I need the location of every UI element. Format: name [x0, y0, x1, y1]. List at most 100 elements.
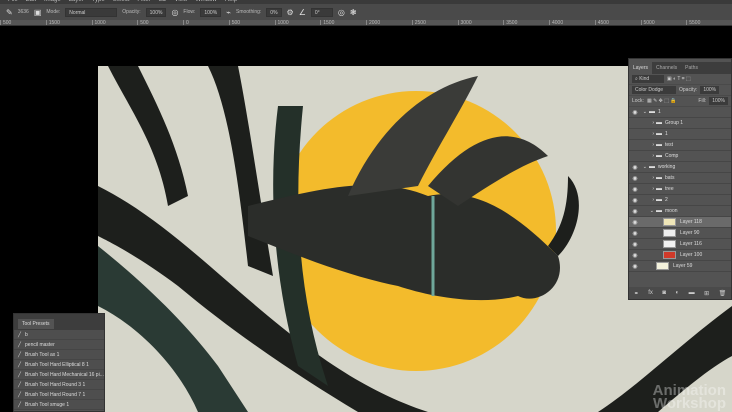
menu-layer[interactable]: Layer [69, 0, 84, 3]
brush-tool-icon[interactable]: ✎ [6, 8, 13, 17]
menu-view[interactable]: View [174, 0, 187, 3]
pressure-size-icon[interactable]: ◎ [338, 8, 345, 17]
angle-icon: ∠ [298, 7, 306, 17]
preset-label: Brush Tool Hard Round 7 1 [25, 391, 86, 398]
expand-chevron-icon[interactable]: ⌄ [641, 109, 647, 115]
menu-window[interactable]: Window [195, 0, 216, 3]
preset-item[interactable]: ╱ Brush Tool Hard Mechanical 16 pi... [14, 370, 104, 380]
visibility-eye-icon[interactable]: ◉ [629, 219, 641, 226]
layer-row[interactable]: › ▬ 1 [629, 129, 731, 140]
layer-row[interactable]: ◉ Layer 116 [629, 239, 731, 250]
layer-row[interactable]: › ▬ test [629, 140, 731, 151]
expand-chevron-icon[interactable]: › [641, 175, 654, 181]
layer-row[interactable]: ◉ Layer 100 [629, 250, 731, 261]
brush-icon: ╱ [18, 361, 22, 368]
visibility-eye-icon[interactable]: ◉ [629, 164, 641, 171]
expand-chevron-icon[interactable]: › [641, 142, 654, 148]
menu-type[interactable]: Type [92, 0, 105, 3]
visibility-eye-icon[interactable]: ◉ [629, 230, 641, 237]
tool-presets-title[interactable]: Tool Presets [18, 319, 54, 329]
angle-field[interactable]: 0° [310, 7, 333, 17]
layer-row[interactable]: ◉ Layer 118 [629, 217, 731, 228]
layer-row[interactable]: ◉ › ▬ tree [629, 184, 731, 195]
layer-row[interactable]: ◉ ⌄ ▬ 1 [629, 107, 731, 118]
preset-item[interactable]: ╱ Brush Tool Hard Elliptical 8 1 [14, 360, 104, 370]
folder-icon: ▬ [649, 109, 655, 115]
tab-layers[interactable]: Layers [629, 62, 653, 74]
layer-name: test [665, 142, 674, 148]
opacity-label: Opacity: [679, 87, 698, 93]
layer-opacity-field[interactable]: 100% [700, 86, 720, 94]
preset-item[interactable]: ╱ pencil master [14, 340, 104, 350]
expand-chevron-icon[interactable]: ⌄ [641, 164, 647, 170]
expand-chevron-icon[interactable]: › [641, 186, 654, 192]
symmetry-icon[interactable]: ❃ [350, 8, 357, 17]
adjustment-icon[interactable]: ◐ [676, 290, 680, 296]
expand-chevron-icon[interactable]: › [641, 120, 654, 126]
filter-kind-select[interactable]: ⌕ Kind [632, 75, 664, 83]
brush-panel-icon[interactable]: ▣ [34, 8, 42, 17]
mask-icon[interactable]: ◙ [662, 290, 666, 296]
lock-icons[interactable]: ▦ ✎ ✥ ⬚ 🔒 [647, 98, 677, 104]
visibility-eye-icon[interactable]: ◉ [629, 252, 641, 259]
mode-select[interactable]: Normal [65, 7, 118, 17]
brush-size[interactable]: 3636 [18, 9, 29, 15]
layer-row[interactable]: ◉ Layer 90 [629, 228, 731, 239]
trash-icon[interactable]: 🗑 [719, 290, 727, 297]
fx-icon[interactable]: fx [648, 290, 653, 296]
smoothing-field[interactable]: 0% [266, 7, 282, 17]
layer-row[interactable]: › ▬ Comp [629, 151, 731, 162]
visibility-eye-icon[interactable]: ◉ [629, 197, 641, 204]
preset-item[interactable]: ╱ b [14, 330, 104, 340]
layer-row[interactable]: ◉ › ▬ 2 [629, 195, 731, 206]
new-group-icon[interactable]: ▬ [689, 290, 695, 296]
layer-name: 2 [665, 197, 668, 203]
expand-chevron-icon[interactable]: ⌄ [641, 208, 654, 214]
menu-image[interactable]: Image [44, 0, 61, 3]
flow-field[interactable]: 100% [200, 7, 222, 17]
airbrush-icon[interactable]: ⌁ [226, 8, 231, 17]
preset-item[interactable]: ╱ Brush Tool Hard Round 7 1 [14, 390, 104, 400]
menu-file[interactable]: File [8, 0, 18, 3]
opacity-field[interactable]: 100% [145, 7, 167, 17]
preset-item[interactable]: ╱ Brush Tool Hard Round 3 1 [14, 380, 104, 390]
layer-row[interactable]: ◉ › ▬ bats [629, 173, 731, 184]
expand-chevron-icon[interactable]: › [641, 197, 654, 203]
layer-row[interactable]: ◉ Layer 59 [629, 261, 731, 272]
lock-label: Lock: [632, 98, 644, 104]
menu-help[interactable]: Help [225, 0, 237, 3]
expand-chevron-icon[interactable]: › [641, 131, 654, 137]
preset-item[interactable]: ╱ Brush Tool smuge 1 [14, 400, 104, 410]
visibility-eye-icon[interactable]: ◉ [629, 208, 641, 215]
visibility-eye-icon[interactable]: ◉ [629, 175, 641, 182]
filter-icons[interactable]: ▣ ◐ T ⌗ ⬚ [667, 76, 691, 82]
brush-icon: ╱ [18, 341, 22, 348]
ruler-tick-label: 500 [137, 20, 183, 26]
menu-filter[interactable]: Filter [137, 0, 150, 3]
tab-channels[interactable]: Channels [652, 62, 681, 74]
visibility-eye-icon[interactable]: ◉ [629, 263, 641, 270]
pressure-opacity-icon[interactable]: ◎ [171, 8, 178, 17]
visibility-eye-icon[interactable]: ◉ [629, 186, 641, 193]
expand-chevron-icon[interactable]: › [641, 153, 654, 159]
visibility-eye-icon[interactable]: ◉ [629, 241, 641, 248]
preset-item[interactable]: ╱ Brush Tool ax 1 [14, 350, 104, 360]
tool-presets-panel: Tool Presets ╱ b ╱ pencil master ╱ Brush Tool… [13, 313, 105, 412]
menu-edit[interactable]: Edit [26, 0, 36, 3]
tab-paths[interactable]: Paths [681, 62, 702, 74]
layer-row[interactable]: ◉ ⌄ ▬ working [629, 162, 731, 173]
menu-select[interactable]: Select [113, 0, 130, 3]
flow-label: Flow: [183, 9, 196, 15]
layer-row[interactable]: ◉ ⌄ ▬ moon [629, 206, 731, 217]
gear-icon[interactable]: ⚙ [287, 8, 294, 17]
new-layer-icon[interactable]: ⊞ [704, 290, 709, 297]
filter-row: ⌕ Kind ▣ ◐ T ⌗ ⬚ [629, 74, 731, 85]
fill-field[interactable]: 100% [709, 97, 728, 105]
layer-row[interactable]: › ▬ Group 1 [629, 118, 731, 129]
menu-3d[interactable]: 3D [159, 0, 167, 3]
folder-icon: ▬ [656, 131, 662, 137]
ruler-tick-label: 500 [0, 20, 46, 26]
blend-mode-select[interactable]: Color Dodge [632, 86, 676, 94]
link-icon[interactable]: ⚭ [634, 290, 639, 297]
visibility-eye-icon[interactable]: ◉ [629, 109, 641, 116]
